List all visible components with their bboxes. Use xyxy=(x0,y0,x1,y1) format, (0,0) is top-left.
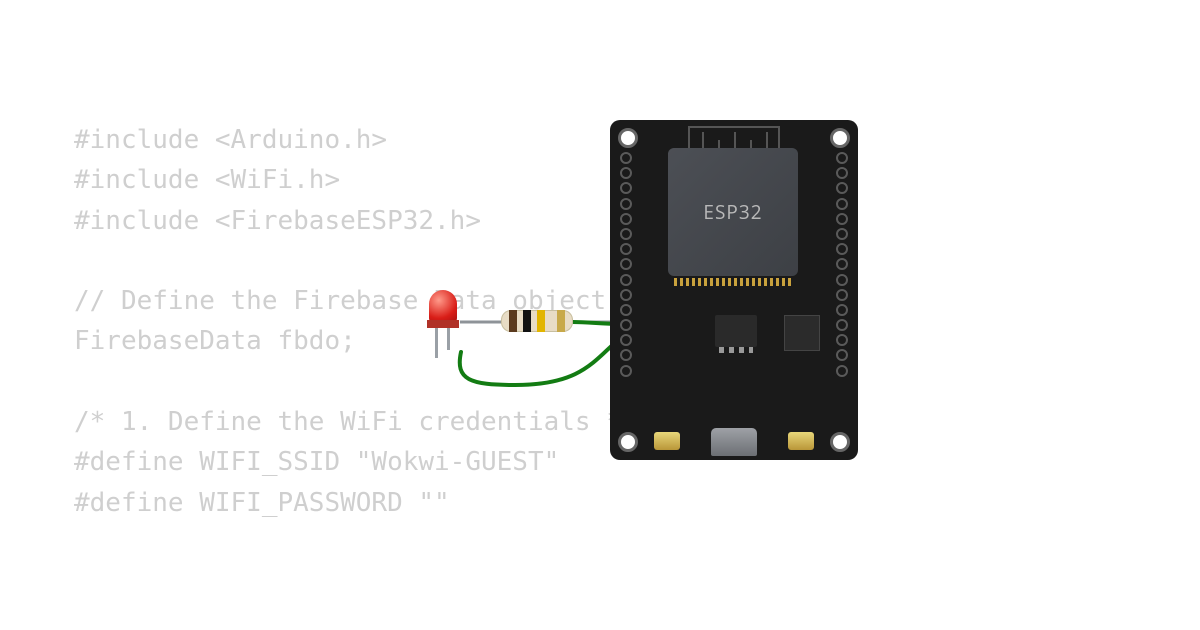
led-anode xyxy=(435,328,438,358)
enable-button xyxy=(788,432,814,450)
wire-led-to-gnd xyxy=(460,334,625,385)
resistor xyxy=(501,310,573,332)
esp32-board: ESP32 xyxy=(610,120,858,460)
led-red xyxy=(425,290,465,350)
voltage-regulator-icon xyxy=(715,315,757,347)
chip-label: ESP32 xyxy=(703,199,762,225)
led-dome-icon xyxy=(429,290,457,324)
pin-header-left xyxy=(620,152,632,377)
code-line: FirebaseData fbdo; xyxy=(74,326,356,356)
circuit-diagram: ESP32 xyxy=(425,120,925,460)
code-line: #include <FirebaseESP32.h> xyxy=(74,206,481,236)
code-line: #define WIFI_PASSWORD "" xyxy=(74,488,450,518)
code-line: #include <WiFi.h> xyxy=(74,165,340,195)
micro-usb-port-icon xyxy=(711,428,757,456)
pin-header-right xyxy=(836,152,848,377)
antenna-icon xyxy=(688,126,780,148)
serial-chip-icon xyxy=(784,315,820,351)
esp32-shield: ESP32 xyxy=(668,148,798,276)
code-line: #include <Arduino.h> xyxy=(74,125,387,155)
boot-button xyxy=(654,432,680,450)
led-cathode xyxy=(447,328,450,350)
